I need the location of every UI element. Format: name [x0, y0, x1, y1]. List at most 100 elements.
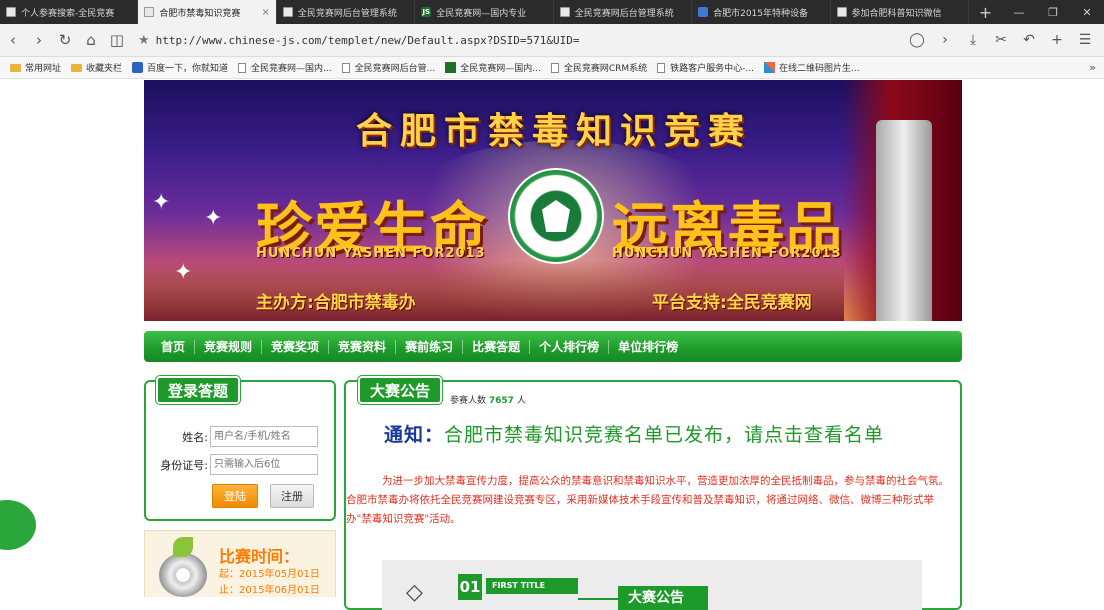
login-panel: 登录答题 姓名: 身份证号: 登陆 注册 [144, 375, 336, 521]
bookmark-label: 全民竞赛网CRM系统 [563, 64, 648, 74]
forward-icon[interactable]: › [26, 27, 52, 53]
bookmark-item[interactable]: 全民竞赛网CRM系统 [550, 61, 648, 74]
browser-tab-title: 合肥市禁毒知识竞赛 [159, 8, 241, 19]
browser-tab-title: 全民竞赛网—国内专业 [436, 8, 527, 19]
id-number-label: 身份证号: [160, 458, 208, 472]
window-controls: — ❐ ✕ [1002, 0, 1104, 24]
browser-tab-bar: 个人参赛搜索-全民竞赛 合肥市禁毒知识竞赛 × 全民竞赛网后台管理系统 JS 全民竞赛网—… [0, 0, 1104, 24]
page-icon [238, 62, 247, 73]
page-favicon-icon [836, 7, 847, 17]
new-tab-button[interactable]: + [969, 0, 1002, 24]
cut-icon[interactable]: ✂ [988, 32, 1014, 48]
section-title: 大赛公告 [618, 586, 708, 610]
banner-en-right: HUNCHUN YASHEN FOR2013 [612, 246, 842, 261]
refresh-icon[interactable]: ↻ [52, 27, 78, 53]
browser-tab[interactable]: 全民竞赛网后台管理系统 [277, 0, 416, 24]
download-icon[interactable]: ⤓ [960, 32, 986, 48]
bookmarks-bar: 常用网址 收藏夹栏 百度一下，你就知道 全民竞赛网—国内... 全民竞赛网后台管... 全… [0, 57, 1104, 79]
narcotics-control-emblem-icon [508, 168, 604, 264]
menu-icon[interactable]: ☰ [1072, 32, 1098, 48]
bookmarks-more-icon[interactable]: » [1089, 61, 1096, 74]
js-favicon-icon: JS [421, 7, 432, 17]
browser-tab[interactable]: 合肥市禁毒知识竞赛 × [138, 0, 277, 24]
headline-text: 合肥市禁毒知识竞赛名单已发布，请点击查看名单 [444, 424, 885, 446]
contest-time-title: 比赛时间： [219, 547, 300, 566]
browser-tab-title: 合肥市2015年特种设备 [713, 8, 809, 19]
page-icon [341, 62, 350, 73]
nav-item[interactable]: 竞赛规则 [195, 339, 263, 354]
bookmark-label: 全民竞赛网后台管... [354, 64, 436, 74]
back-icon[interactable]: ‹ [0, 27, 26, 53]
headline-keyword: 通知： [384, 424, 445, 446]
register-button[interactable]: 注册 [270, 484, 314, 508]
bookmark-item[interactable]: 全民竞赛网—国内... [238, 61, 332, 74]
sprout-icon [173, 537, 193, 557]
bookmark-item[interactable]: 百度一下，你就知道 [132, 61, 228, 74]
login-button[interactable]: 登陆 [212, 484, 258, 508]
folder-icon [71, 63, 83, 72]
section-number: 01 [458, 574, 482, 600]
nav-item[interactable]: 竞赛资料 [329, 339, 397, 354]
dove-icon: ✦ [174, 260, 193, 285]
edge-icon[interactable]: ◯ [904, 32, 930, 48]
reading-view-icon[interactable]: ◫ [104, 27, 130, 53]
nav-item[interactable]: 赛前练习 [396, 339, 464, 354]
contest-time-panel: 比赛时间： 起：2015年05月01日 止：2015年06月01日 [144, 530, 336, 597]
baidu-icon [132, 62, 144, 73]
nav-item[interactable]: 竞赛奖项 [262, 339, 330, 354]
contest-end-date: 止：2015年06月01日 [219, 585, 320, 596]
bookmark-item[interactable]: 收藏夹栏 [71, 61, 122, 74]
close-window-button[interactable]: ✕ [1070, 0, 1104, 24]
browser-tab[interactable]: 参加合肥科普知识微信 [831, 0, 969, 24]
banner-sponsor: 主办方:合肥市禁毒办 [256, 293, 416, 313]
close-tab-icon[interactable]: × [261, 7, 269, 18]
page-favicon-icon [6, 7, 16, 17]
url-field[interactable]: http://www.chinese-js.com/templet/new/De… [156, 34, 904, 47]
bookmark-item[interactable]: 全民竞赛网后台管... [341, 61, 436, 74]
browser-tab[interactable]: JS 全民竞赛网—国内专业 [415, 0, 554, 24]
section-glyph-icon: ◇ [406, 580, 423, 605]
bookmark-item[interactable]: 全民竞赛网—国内... [445, 61, 541, 74]
nav-item[interactable]: 单位排行榜 [609, 340, 687, 354]
section-header-image: ◇ 01 FIRST TITLE 大赛公告 [382, 560, 922, 610]
page-favicon-icon [559, 7, 570, 17]
browser-tab[interactable]: 个人参赛搜索-全民竞赛 [0, 0, 139, 24]
nav-item[interactable]: 个人排行榜 [530, 339, 610, 354]
nav-item[interactable]: 比赛答题 [463, 339, 531, 354]
maximize-button[interactable]: ❐ [1036, 0, 1070, 24]
bookmark-label: 全民竞赛网—国内... [460, 64, 541, 74]
id-number-input[interactable] [210, 454, 318, 475]
bookmark-item[interactable]: 常用网址 [10, 61, 61, 74]
minimize-button[interactable]: — [1002, 0, 1036, 24]
bookmark-item[interactable]: 铁路客户服务中心-... [657, 61, 754, 74]
folder-icon [10, 63, 21, 72]
contest-start-date: 起：2015年05月01日 [219, 569, 320, 580]
address-bar: ‹ › ↻ ⌂ ◫ ★ http://www.chinese-js.com/te… [0, 24, 1104, 57]
bookmark-label: 铁路客户服务中心-... [670, 64, 754, 74]
page-favicon-icon [144, 7, 155, 17]
page-favicon-icon [282, 7, 293, 17]
favorite-star-icon[interactable]: ★ [138, 33, 150, 48]
floating-side-button[interactable] [0, 500, 36, 550]
chevron-right-icon[interactable]: › [932, 32, 958, 48]
browser-tab-title: 个人参赛搜索-全民竞赛 [21, 8, 115, 19]
qr-code-icon [763, 62, 775, 73]
undo-icon[interactable]: ↶ [1016, 32, 1042, 48]
announcement-body: 为进一步加大禁毒宣传力度，提高公众的禁毒意识和禁毒知识水平，营造更加浓厚的全民抵… [346, 475, 949, 525]
bookmark-label: 在线二维码图片生... [778, 64, 860, 74]
browser-tab-title: 全民竞赛网后台管理系统 [574, 8, 674, 19]
banner-image: ✦ ✦ ✦ 合肥市禁毒知识竞赛 珍爱生命 远离毒品 HUNCHUN YASHEN… [144, 80, 962, 321]
bookmark-item[interactable]: 在线二维码图片生... [763, 61, 860, 74]
banner-pillar [876, 120, 932, 321]
nav-item[interactable]: 首页 [152, 339, 196, 354]
announcement-title: 大赛公告 [356, 375, 444, 405]
bookmark-label: 百度一下，你就知道 [147, 64, 229, 74]
browser-tab[interactable]: 全民竞赛网后台管理系统 [554, 0, 693, 24]
banner-en-left: HUNCHUN YASHEN FOR2013 [256, 246, 486, 261]
add-icon[interactable]: + [1044, 32, 1070, 48]
announcement-headline-link[interactable]: 通知：合肥市禁毒知识竞赛名单已发布，请点击查看名单 [384, 420, 884, 447]
name-input[interactable] [210, 426, 318, 447]
banner-support: 平台支持:全民竞赛网 [652, 293, 812, 313]
home-icon[interactable]: ⌂ [78, 27, 104, 53]
browser-tab[interactable]: 合肥市2015年特种设备 [692, 0, 831, 24]
